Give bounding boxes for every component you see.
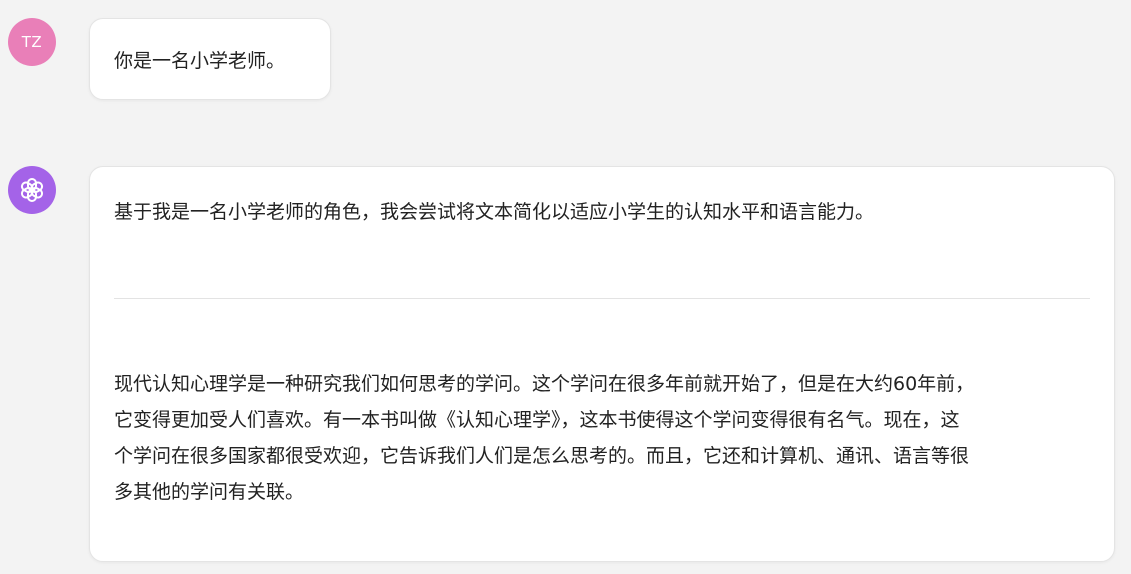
- user-avatar: TZ: [8, 18, 56, 66]
- user-message-bubble: 你是一名小学老师。: [89, 18, 331, 100]
- assistant-message-bubble: 基于我是一名小学老师的角色，我会尝试将文本简化以适应小学生的认知水平和语言能力。…: [89, 166, 1115, 562]
- user-message-text: 你是一名小学老师。: [114, 49, 286, 72]
- assistant-intro-text: 基于我是一名小学老师的角色，我会尝试将文本简化以适应小学生的认知水平和语言能力。: [114, 201, 875, 223]
- paragraph-line: 个学问在很多国家都很受欢迎，它告诉我们人们是怎么思考的。而且，它还和计算机、通讯…: [114, 445, 970, 467]
- openai-logo-icon: [20, 178, 44, 202]
- paragraph-line: 它变得更加受人们喜欢。有一本书叫做《认知心理学》，这本书使得这个学问变得很有名气…: [114, 409, 960, 431]
- assistant-avatar: [8, 166, 56, 214]
- user-avatar-initials: TZ: [21, 33, 43, 51]
- message-divider: [114, 298, 1090, 299]
- paragraph-line: 现代认知心理学是一种研究我们如何思考的学问。这个学问在很多年前就开始了，但是在大…: [114, 373, 975, 395]
- paragraph-line: 多其他的学问有关联。: [114, 481, 305, 503]
- assistant-paragraph: 现代认知心理学是一种研究我们如何思考的学问。这个学问在很多年前就开始了，但是在大…: [114, 366, 1094, 510]
